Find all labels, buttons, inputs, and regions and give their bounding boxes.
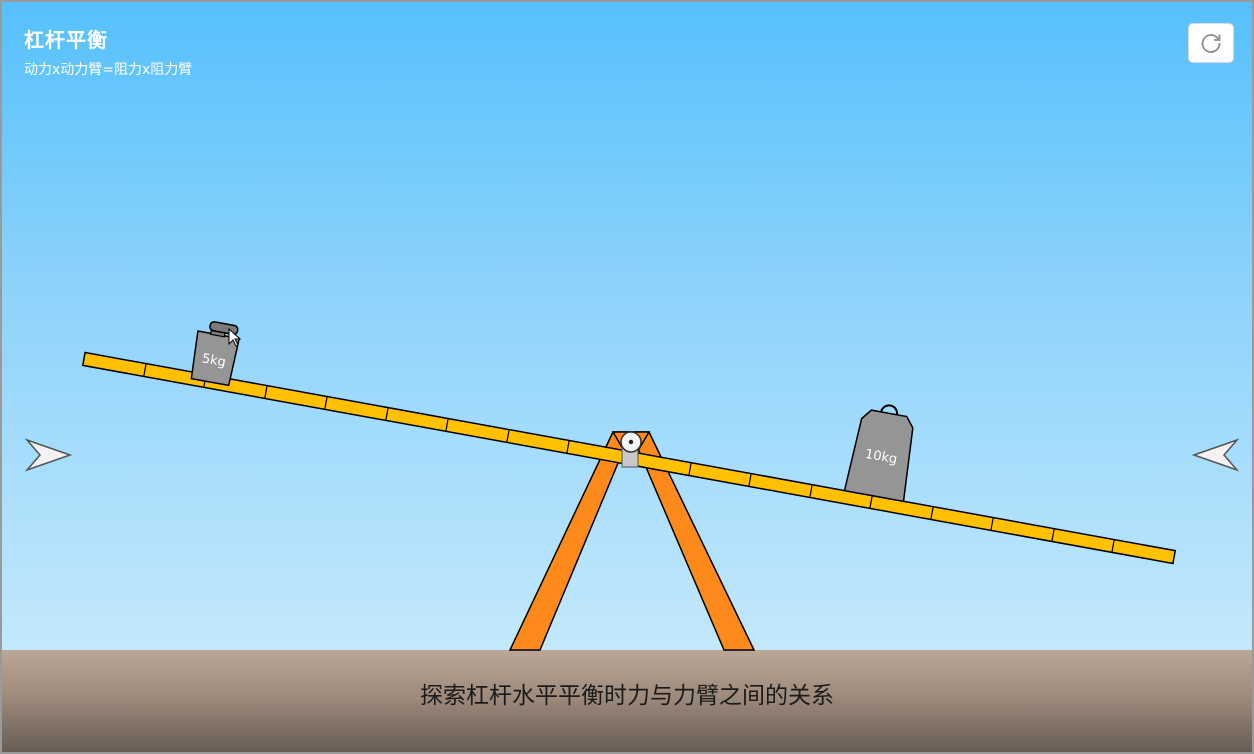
arrow-right-icon <box>1191 438 1240 472</box>
lever-scene: 5kg 10kg <box>81 319 1177 651</box>
move-left-button[interactable] <box>24 435 73 475</box>
move-right-button[interactable] <box>1191 435 1240 475</box>
simulation-window: 杠杆平衡 动力x动力臂=阻力x阻力臂 5kg 10kg 探索杠杆水平平衡时力与力… <box>0 0 1254 754</box>
weight-10kg[interactable]: 10kg <box>843 400 919 503</box>
arrow-left-icon <box>24 438 73 472</box>
weight-5kg[interactable]: 5kg <box>189 319 241 387</box>
stand-left-leg <box>508 431 633 651</box>
caption-text: 探索杠杆水平平衡时力与力臂之间的关系 <box>420 683 834 709</box>
